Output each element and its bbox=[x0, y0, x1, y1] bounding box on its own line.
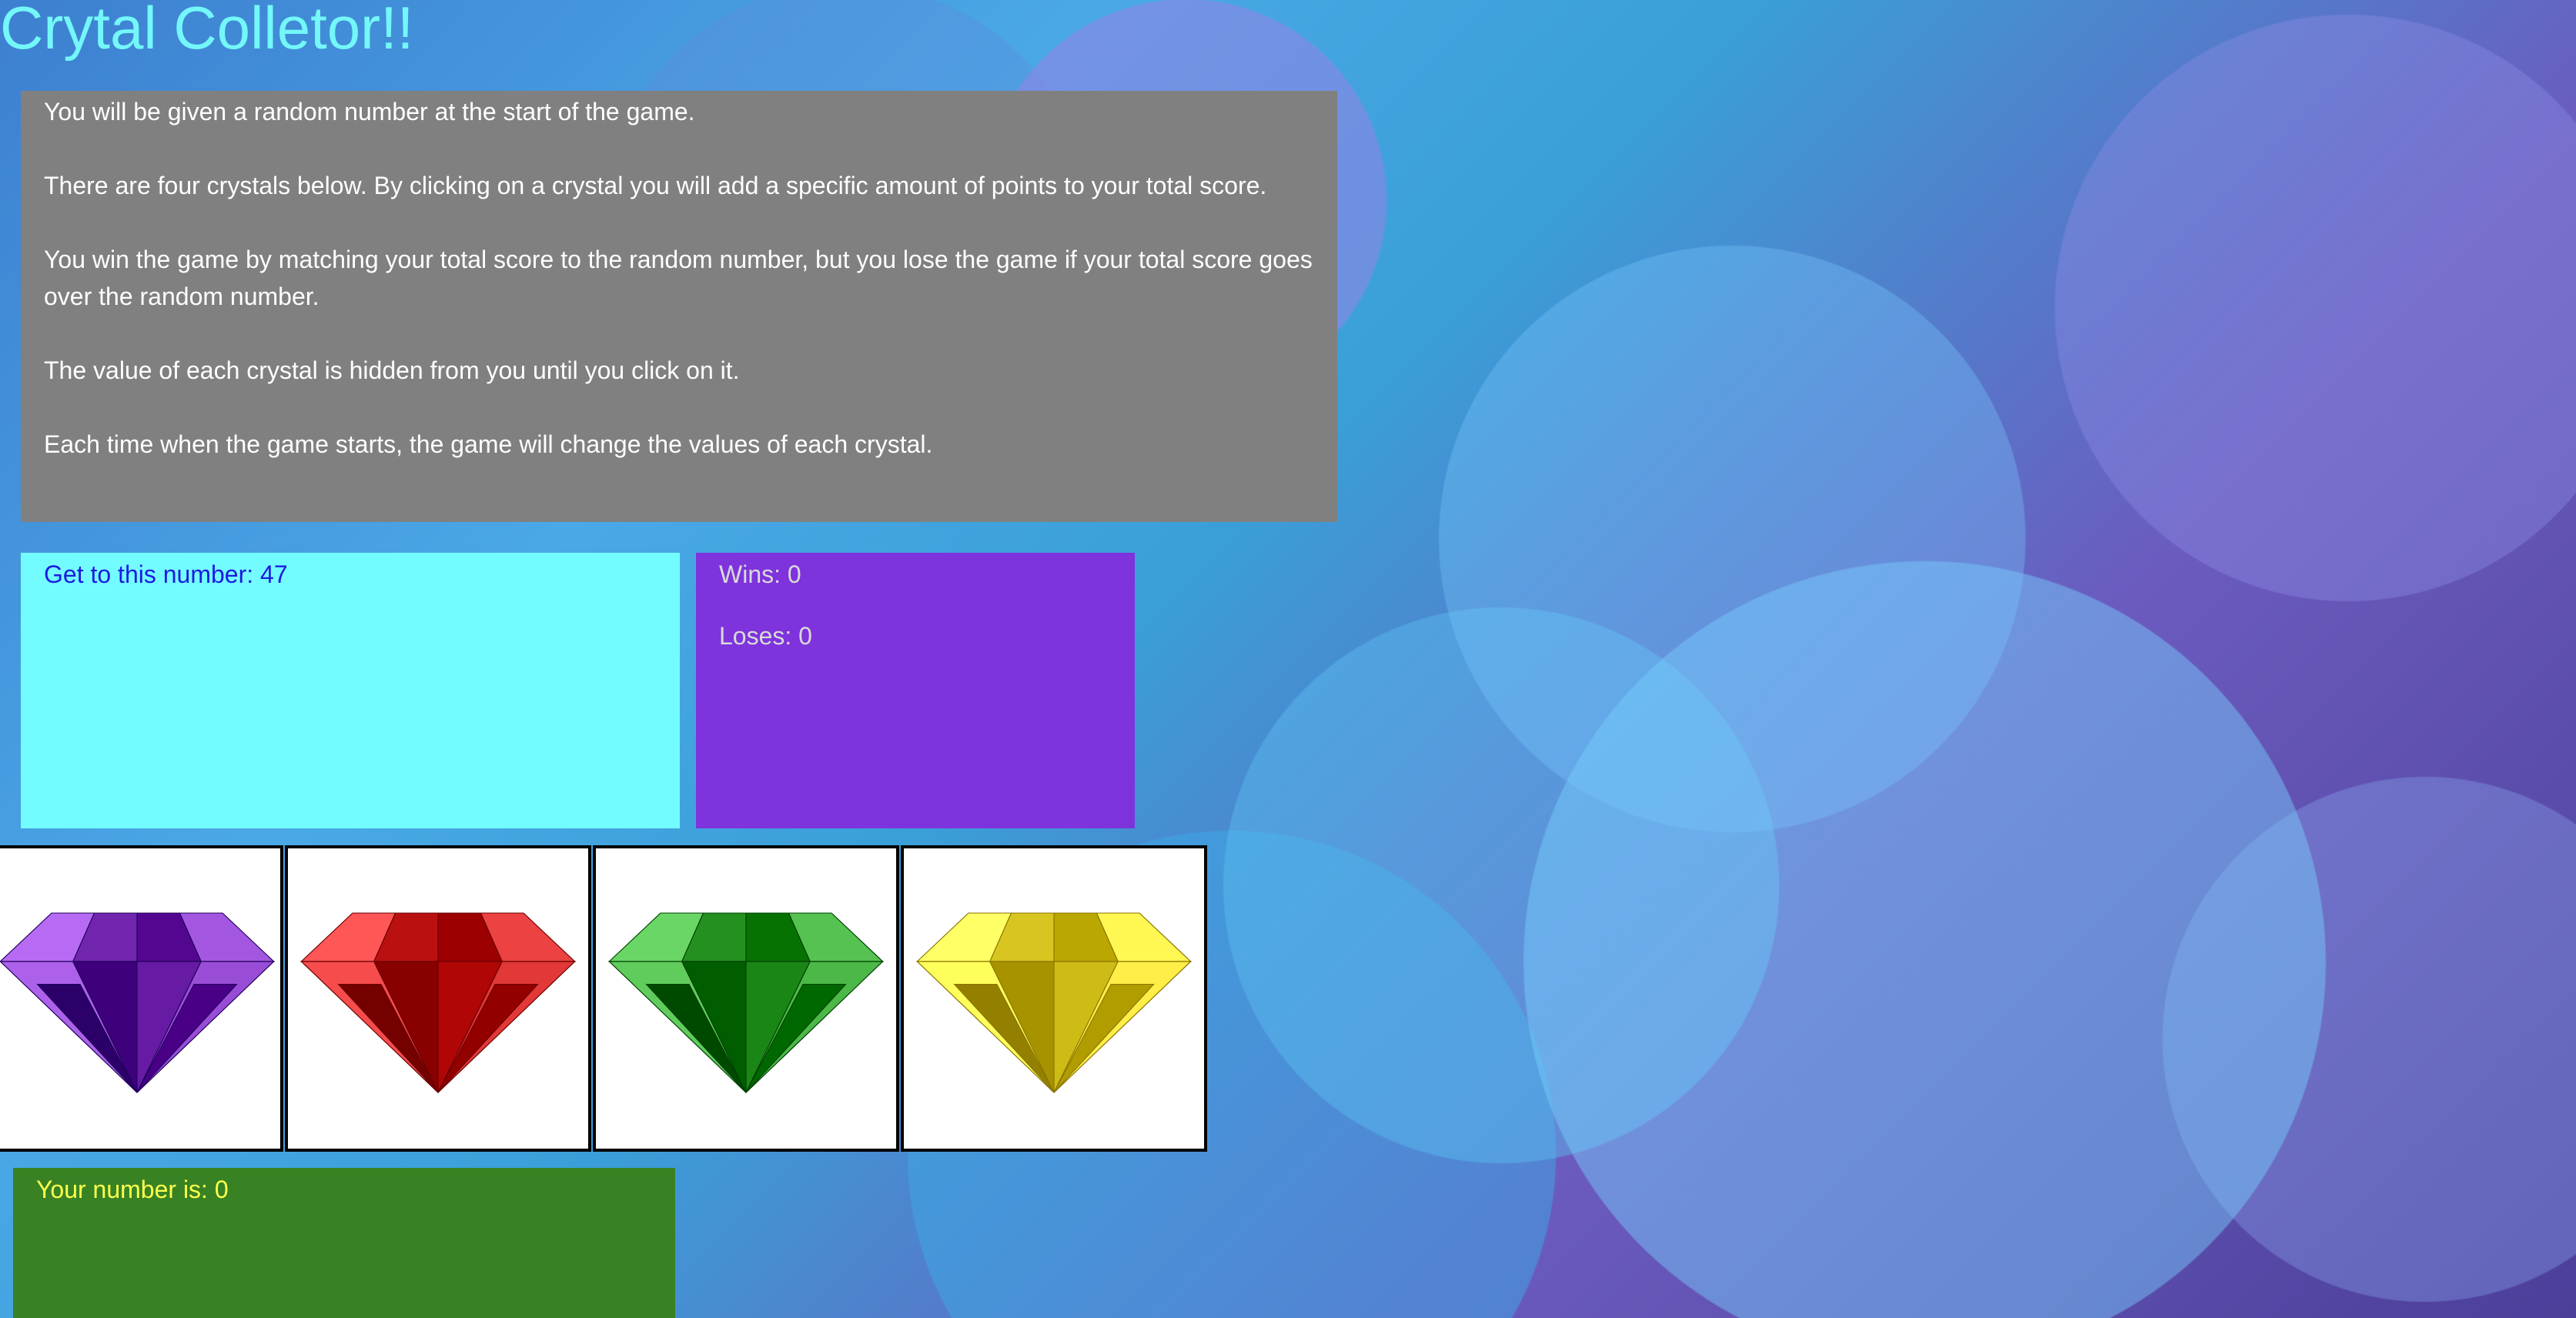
red-crystal-icon bbox=[300, 912, 576, 1093]
green-crystal-icon bbox=[608, 912, 884, 1093]
green-crystal-button[interactable] bbox=[593, 845, 899, 1152]
red-crystal-button[interactable] bbox=[285, 845, 591, 1152]
wins-count: Wins: 0 bbox=[719, 560, 801, 588]
instruction-text: The value of each crystal is hidden from… bbox=[44, 356, 740, 384]
instruction-text: Each time when the game starts, the game… bbox=[44, 430, 933, 458]
crystal-row bbox=[0, 845, 1209, 1152]
target-number-panel: Get to this number: 47 bbox=[21, 553, 680, 828]
target-number-text: Get to this number: 47 bbox=[44, 560, 288, 588]
yellow-crystal-button[interactable] bbox=[901, 845, 1207, 1152]
instruction-text: You win the game by matching your total … bbox=[44, 246, 1313, 310]
instruction-text: There are four crystals below. By clicki… bbox=[44, 172, 1267, 199]
purple-crystal-button[interactable] bbox=[0, 845, 283, 1152]
instruction-text: You will be given a random number at the… bbox=[44, 98, 695, 125]
player-number-text: Your number is: 0 bbox=[36, 1176, 229, 1203]
yellow-crystal-icon bbox=[916, 912, 1192, 1093]
losses-count: Loses: 0 bbox=[719, 622, 812, 650]
player-score-panel: Your number is: 0 bbox=[13, 1168, 675, 1318]
instructions-panel: You will be given a random number at the… bbox=[21, 91, 1337, 522]
page-title: Crytal Colletor!! bbox=[0, 0, 414, 62]
scoreboard-panel: Wins: 0 Loses: 0 bbox=[696, 553, 1135, 828]
purple-crystal-icon bbox=[0, 912, 275, 1093]
